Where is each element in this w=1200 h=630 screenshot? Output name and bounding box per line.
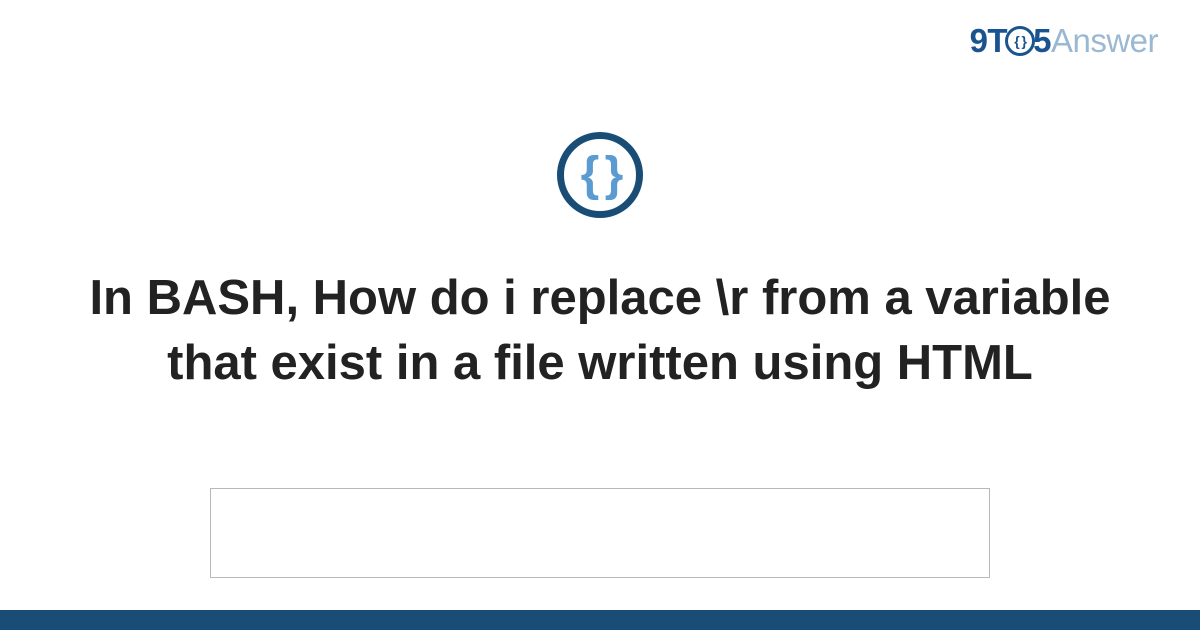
logo-text-5: 5 bbox=[1033, 22, 1051, 59]
logo-circle-icon: { } bbox=[1005, 26, 1035, 56]
logo-text-answer: Answer bbox=[1051, 22, 1158, 59]
topic-icon-container: { } bbox=[557, 132, 643, 218]
code-braces-icon: { } bbox=[557, 132, 643, 218]
question-title: In BASH, How do i replace \r from a vari… bbox=[0, 266, 1200, 395]
footer-bar bbox=[0, 610, 1200, 630]
content-box bbox=[210, 488, 990, 578]
logo-text-9t: 9T bbox=[970, 22, 1008, 59]
braces-glyph: { } bbox=[581, 151, 620, 199]
site-logo: 9T{ }5Answer bbox=[970, 22, 1158, 60]
